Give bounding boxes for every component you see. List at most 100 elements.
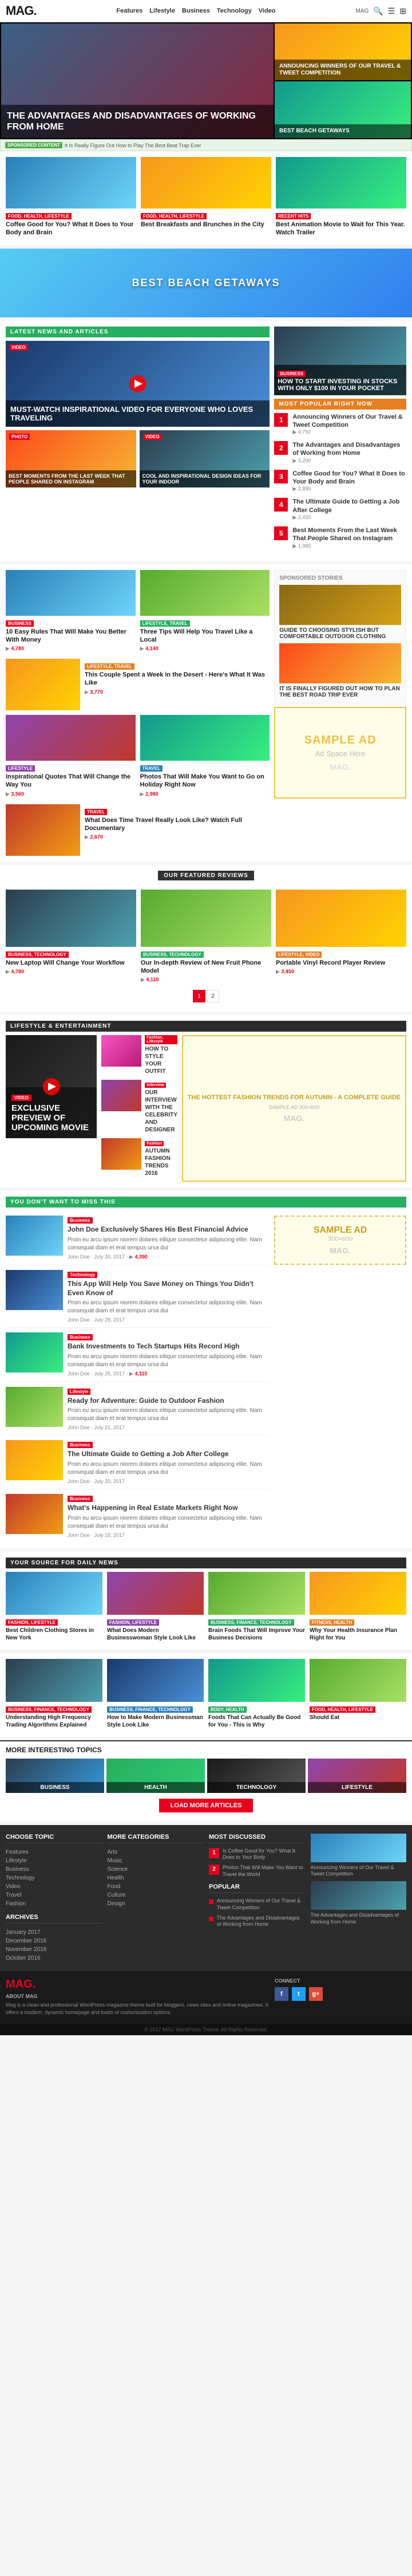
article-app[interactable]: Technology This App Will Help You Save M… [6, 1265, 270, 1328]
nav-business[interactable]: Business [182, 7, 210, 14]
nav-features[interactable]: Features [116, 7, 142, 14]
popular-footer-2[interactable]: The Advantages and Disadvantages of Work… [209, 1915, 305, 1928]
footer-about-label: About Mag [6, 1993, 269, 1999]
interview-card[interactable]: Interview OUR INTERVIEW WITH THE CELEBRI… [101, 1080, 177, 1134]
menu-icon[interactable]: ☰ [388, 6, 395, 16]
site-logo[interactable]: MAG. [6, 3, 36, 18]
footer-fashion[interactable]: Fashion [6, 1899, 102, 1908]
twitter-icon[interactable]: t [292, 1987, 306, 2001]
discussed-item-1[interactable]: 1 Is Coffee Good for You? What It Does t… [209, 1848, 305, 1861]
footer-design[interactable]: Design [108, 1899, 204, 1908]
ad-size: Ad Space Here [315, 749, 366, 758]
how-to-style[interactable]: Fashion, Lifestyle HOW TO STYLE YOUR OUT… [101, 1035, 177, 1075]
popular-thumb-1[interactable]: Announcing Winners of Our Travel & Tweet… [311, 1834, 407, 1878]
sponsored-stories-label: Sponsored Stories [279, 575, 401, 581]
archive-dec[interactable]: December 2016 [6, 1937, 102, 1945]
article-adventure[interactable]: Lifestyle Ready for Adventure: Guide to … [6, 1382, 270, 1436]
load-more-button[interactable]: LOAD MORE ARTICLES [159, 1799, 253, 1812]
article-time-travel[interactable]: Travel What Does Time Travel Really Look… [6, 804, 270, 856]
review-phone[interactable]: Business, Technology Our In-depth Review… [141, 890, 271, 986]
topic-lifestyle[interactable]: LIFESTYLE [308, 1759, 406, 1793]
footer-technology[interactable]: Technology [6, 1874, 102, 1882]
sponsored-item-1[interactable]: GUIDE TO CHOOSING STYLISH BUT COMFORTABL… [279, 585, 401, 640]
real-estate-tag: Business [68, 1496, 93, 1502]
footer-science[interactable]: Science [108, 1865, 204, 1874]
bottom-hft[interactable]: Business, Finance, Technology Understand… [6, 1659, 102, 1731]
search-icon[interactable]: 🔍 [373, 6, 383, 16]
article-holiday[interactable]: Travel Photos That Will Make You Want to… [140, 715, 270, 800]
discussed-item-2[interactable]: 2 Photos That Will Make You Want to Trav… [209, 1865, 305, 1878]
popular-item-5[interactable]: 5 Best Moments From the Last Week That P… [274, 526, 406, 549]
page-1[interactable]: 1 [193, 990, 205, 1002]
review-laptop[interactable]: Business, Technology New Laptop Will Cha… [6, 890, 136, 986]
archive-nov[interactable]: November 2016 [6, 1945, 102, 1954]
hero-small-bottom[interactable]: BEST BEACH GETAWAYS [275, 81, 411, 138]
footer-music[interactable]: Music [108, 1857, 204, 1865]
popular-meta-2: ▶ 3,200 [292, 458, 406, 464]
article-desert[interactable]: Lifestyle, Travel This Couple Spent a We… [6, 659, 270, 710]
daily-businesswoman[interactable]: Fashion, Lifestyle What Does Modern Busi… [107, 1572, 204, 1644]
lifestyle-play-button[interactable] [43, 1078, 60, 1095]
article-john-doe[interactable]: Business John Doe Exclusively Shares His… [6, 1211, 270, 1265]
bank-tag: Business [68, 1334, 93, 1340]
mag-link[interactable]: MAG [355, 8, 369, 14]
nav-video[interactable]: Video [259, 7, 276, 14]
popular-item-3[interactable]: 3 Coffee Good for You? What It Does to Y… [274, 470, 406, 493]
article-money[interactable]: Business 10 Easy Rules That Will Make Yo… [6, 570, 136, 655]
daily-clothing[interactable]: Fashion, Lifestyle Best Children Clothin… [6, 1572, 102, 1644]
play-button[interactable] [129, 375, 146, 392]
article-real-estate[interactable]: Business What's Happening in Real Estate… [6, 1489, 270, 1543]
footer-lifestyle[interactable]: Lifestyle [6, 1857, 102, 1865]
card-animation[interactable]: Recent Hits Best Animation Movie to Wait… [276, 157, 406, 239]
small-video-2[interactable]: VIDEO COOL AND INSPIRATIONAL DESIGN IDEA… [140, 430, 270, 487]
bottom-modern[interactable]: Business, Finance, Technology How to Mak… [107, 1659, 204, 1731]
footer-features[interactable]: Features [6, 1848, 102, 1857]
footer-food[interactable]: Food [108, 1882, 204, 1891]
review-vinyl[interactable]: Lifestyle, Video Portable Vinyl Record P… [276, 890, 406, 986]
article-bank[interactable]: Business Bank Investments to Tech Startu… [6, 1328, 270, 1382]
dont-miss-content: Business John Doe Exclusively Shares His… [6, 1211, 406, 1542]
lifestyle-main-card[interactable]: VIDEO EXCLUSIVE PREVIEW OF UPCOMING MOVI… [6, 1035, 97, 1138]
popular-item-4[interactable]: 4 The Ultimate Guide to Getting a Job Af… [274, 498, 406, 521]
grid-icon[interactable]: ⊞ [399, 6, 406, 16]
daily-brain-food[interactable]: Business, Finance, Technology Brain Food… [208, 1572, 305, 1644]
footer-culture[interactable]: Culture [108, 1891, 204, 1899]
autumn-trends[interactable]: Fashion AUTUMN FASHION TRENDS 2016 [101, 1138, 177, 1177]
hero-main[interactable]: THE ADVANTAGES AND DISADVANTAGES OF WORK… [1, 23, 274, 138]
invest-card[interactable]: Business HOW TO START INVESTING IN STOCK… [274, 327, 406, 395]
archive-jan[interactable]: January 2017 [6, 1928, 102, 1937]
card-title-breakfast: Best Breakfasts and Brunches in the City [141, 221, 271, 229]
small-video-1[interactable]: PHOTO BEST MOMENTS FROM THE LAST WEEK TH… [6, 430, 136, 487]
popular-item-2[interactable]: 2 The Advantages and Disadvantages of Wo… [274, 441, 406, 464]
topic-business[interactable]: BUSINESS [6, 1759, 104, 1793]
popular-footer-1[interactable]: Announcing Winners of Our Travel & Tweet… [209, 1898, 305, 1911]
eat-tag: Food, Health, Lifestyle [310, 1706, 375, 1713]
article-travel-local[interactable]: Lifestyle, Travel Three Tips Will Help Y… [140, 570, 270, 655]
facebook-icon[interactable]: f [275, 1987, 288, 2001]
topic-health[interactable]: HEALTH [106, 1759, 205, 1793]
footer-health[interactable]: Health [108, 1874, 204, 1882]
sponsored-item-2[interactable]: IT IS FINALLY FIGURED OUT HOW TO PLAN TH… [279, 643, 401, 698]
article-job[interactable]: Business The Ultimate Guide to Getting a… [6, 1436, 270, 1489]
topic-technology[interactable]: TECHNOLOGY [207, 1759, 306, 1793]
hero-small-top[interactable]: ANNOUNCING WINNERS OF OUR TRAVEL & TWEET… [275, 23, 411, 80]
bottom-should-eat[interactable]: Food, Health, Lifestyle Should Eat [310, 1659, 406, 1731]
popular-thumb-2[interactable]: The Advantages and Disadvantages of Work… [311, 1881, 407, 1925]
daily-health-insurance[interactable]: Fitness, Health Why Your Health Insuranc… [310, 1572, 406, 1644]
nav-lifestyle[interactable]: Lifestyle [149, 7, 175, 14]
article-quotes[interactable]: Lifestyle Inspirational Quotes That Will… [6, 715, 136, 800]
card-breakfast[interactable]: Food, Health, Lifestyle Best Breakfasts … [141, 157, 271, 239]
card-coffee[interactable]: Food, Health, Lifestyle Coffee Good for … [6, 157, 136, 239]
footer-arts[interactable]: Arts [108, 1848, 204, 1857]
footer-business[interactable]: Business [6, 1865, 102, 1874]
hero-section: THE ADVANTAGES AND DISADVANTAGES OF WORK… [0, 22, 412, 139]
footer-travel[interactable]: Travel [6, 1891, 102, 1899]
bottom-foods[interactable]: Body, Health Foods That Can Actually Be … [208, 1659, 305, 1731]
archive-oct[interactable]: October 2016 [6, 1954, 102, 1963]
googleplus-icon[interactable]: g+ [309, 1987, 323, 2001]
footer-video[interactable]: Video [6, 1882, 102, 1891]
main-video-card[interactable]: VIDEO MUST-WATCH INSPIRATIONAL VIDEO FOR… [6, 341, 270, 427]
nav-technology[interactable]: Technology [217, 7, 252, 14]
page-2[interactable]: 2 [207, 990, 219, 1002]
popular-item-1[interactable]: 1 Announcing Winners of Our Travel & Twe… [274, 413, 406, 436]
